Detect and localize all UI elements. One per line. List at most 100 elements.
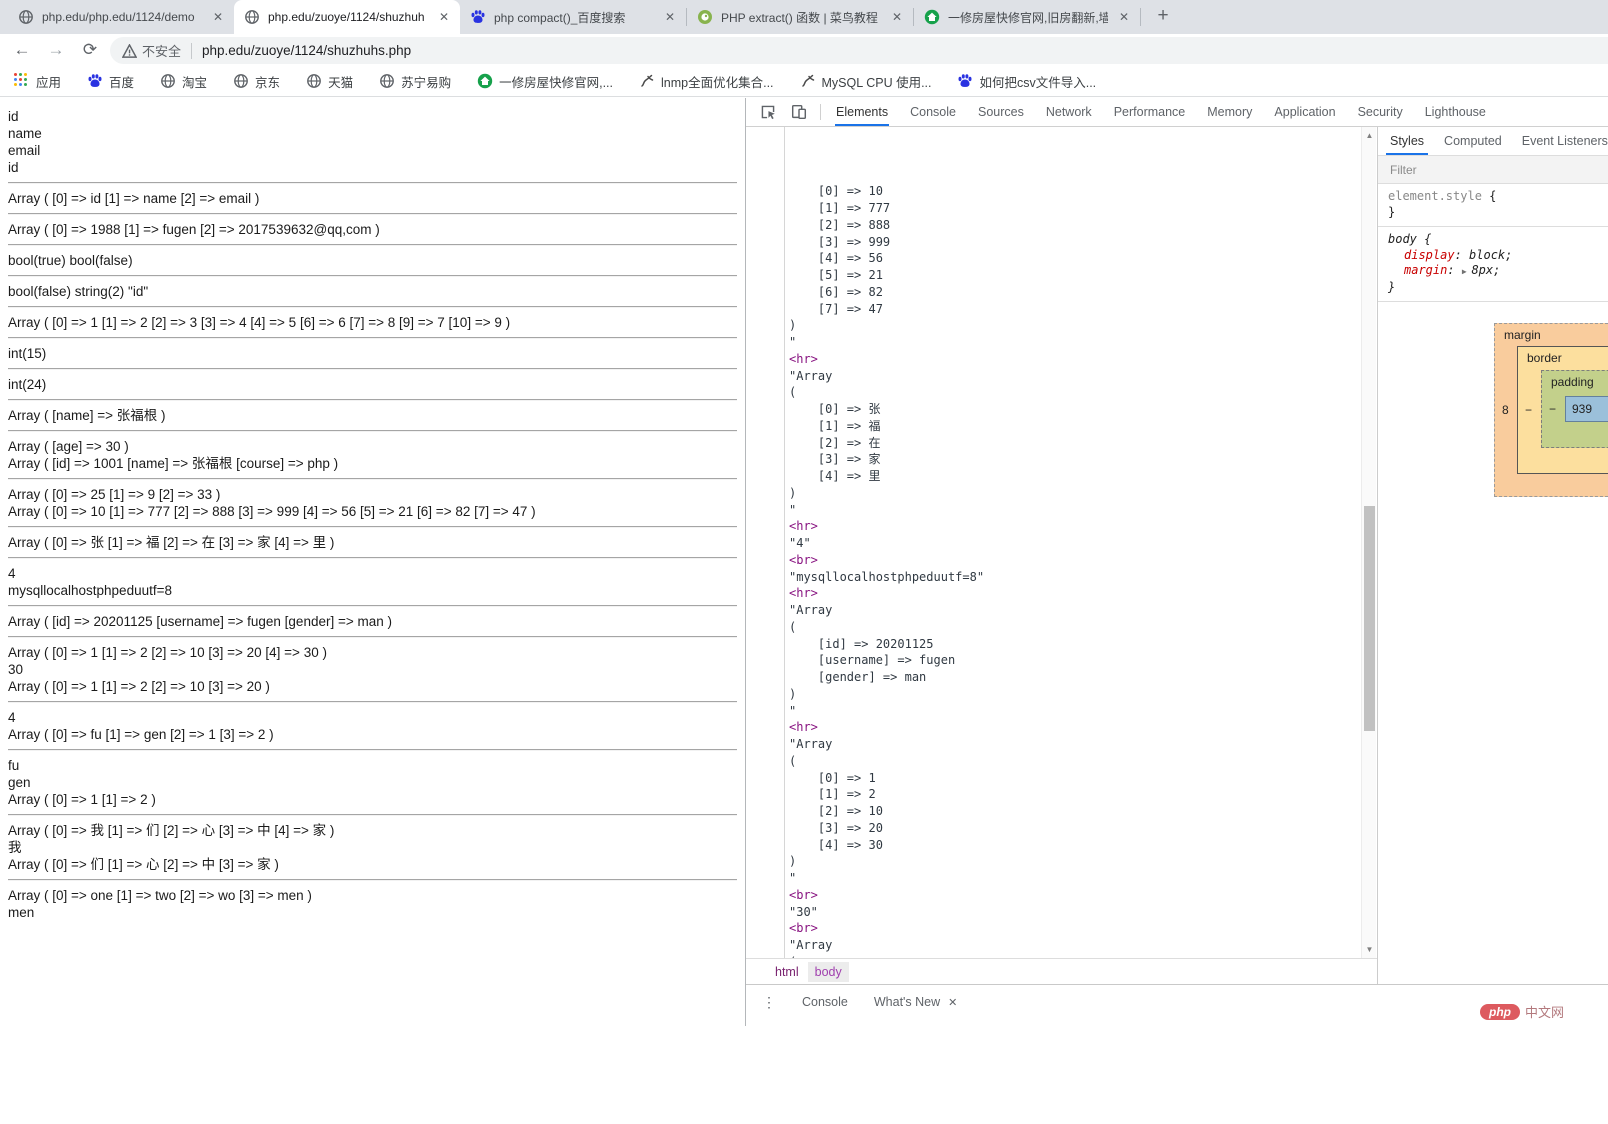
dom-text-line[interactable]: [1] => 2 [789,786,1361,803]
dom-text-line[interactable]: " [789,502,1361,519]
devtools-tab-network[interactable]: Network [1035,98,1103,126]
devtools-tab-memory[interactable]: Memory [1196,98,1263,126]
scroll-up-icon[interactable]: ▲ [1362,131,1377,140]
dom-tag-line[interactable]: <hr> [789,351,1361,368]
dom-text-line[interactable]: "30" [789,904,1361,921]
back-button[interactable]: ← [10,38,34,62]
dom-text-line[interactable]: "Array [789,602,1361,619]
dom-text-line[interactable]: [0] => 张 [789,401,1361,418]
tab-close-icon[interactable]: ✕ [662,9,678,25]
bookmark-item-2[interactable]: 百度 [87,72,134,91]
dom-text-line[interactable]: ) [789,853,1361,870]
dom-tag-line[interactable]: <hr> [789,585,1361,602]
dom-text-line[interactable]: [2] => 10 [789,803,1361,820]
elements-scrollbar[interactable]: ▲ ▼ [1361,127,1376,958]
expand-triangle-icon[interactable]: ▶ [1462,267,1472,276]
bookmark-item-5[interactable]: 天猫 [306,72,353,91]
dom-text-line[interactable]: [3] => 20 [789,820,1361,837]
devtools-tab-performance[interactable]: Performance [1103,98,1197,126]
dom-tag-line[interactable]: <br> [789,552,1361,569]
sidebar-tab-computed[interactable]: Computed [1434,127,1512,155]
dom-text-line[interactable]: ) [789,317,1361,334]
dom-text-line[interactable]: [4] => 30 [789,837,1361,854]
breadcrumb-body[interactable]: body [808,962,849,982]
drawer-menu-icon[interactable]: ⋮ [762,994,776,1011]
forward-button[interactable]: → [44,38,68,62]
dom-text-line[interactable]: [5] => 21 [789,267,1361,284]
tab-close-icon[interactable]: ✕ [436,9,452,25]
dom-text-line[interactable]: [2] => 在 [789,435,1361,452]
browser-tab-1[interactable]: php.edu/php.edu/1124/demo✕ [8,0,234,34]
dom-text-line[interactable]: [1] => 福 [789,418,1361,435]
bookmark-item-7[interactable]: 一修房屋快修官网,... [477,72,613,91]
dom-text-line[interactable]: "Array [789,736,1361,753]
bookmark-item-3[interactable]: 淘宝 [160,72,207,91]
tab-close-icon[interactable]: ✕ [210,9,226,25]
browser-tab-2[interactable]: php.edu/zuoye/1124/shuzhuh✕ [234,0,460,34]
devtools-tab-elements[interactable]: Elements [825,98,899,126]
css-property-margin[interactable]: margin: ▶ 8px; [1388,263,1598,280]
dom-text-line[interactable]: [4] => 里 [789,468,1361,485]
breadcrumb-html[interactable]: html [768,962,806,982]
bookmark-item-4[interactable]: 京东 [233,72,280,91]
browser-tab-5[interactable]: 一修房屋快修官网,旧房翻新,墙面✕ [914,0,1140,34]
dom-text-line[interactable]: ( [789,619,1361,636]
dom-text-line[interactable]: [2] => 888 [789,217,1361,234]
scrollbar-thumb[interactable] [1364,506,1375,731]
address-bar[interactable]: 不安全 php.edu/zuoye/1124/shuzhuhs.php [110,37,1608,64]
dom-text-line[interactable]: " [789,870,1361,887]
dom-text-line[interactable]: " [789,334,1361,351]
dom-text-line[interactable]: ( [789,384,1361,401]
dom-text-line[interactable]: [0] => 1 [789,770,1361,787]
devtools-tab-security[interactable]: Security [1347,98,1414,126]
inspect-element-icon[interactable] [759,103,777,121]
drawer-tab-what-s-new[interactable]: What's New✕ [874,995,958,1009]
dom-text-line[interactable]: [4] => 56 [789,250,1361,267]
dom-text-line[interactable]: "Array [789,937,1361,954]
bookmark-item-9[interactable]: MySQL CPU 使用... [800,72,932,91]
drawer-tab-close-icon[interactable]: ✕ [948,996,957,1009]
bookmark-item-6[interactable]: 苏宁易购 [379,72,451,91]
new-tab-button[interactable]: + [1149,3,1177,31]
css-rule-body[interactable]: body {display: block;margin: ▶ 8px;} [1378,227,1608,302]
device-toolbar-icon[interactable] [790,103,808,121]
dom-tag-line[interactable]: <br> [789,887,1361,904]
dom-text-line[interactable]: [6] => 82 [789,284,1361,301]
dom-text-line[interactable]: ) [789,485,1361,502]
dom-text-line[interactable]: [gender] => man [789,669,1361,686]
sidebar-tab-styles[interactable]: Styles [1380,127,1434,155]
dom-text-line[interactable]: "Array [789,368,1361,385]
devtools-tab-sources[interactable]: Sources [967,98,1035,126]
bookmark-item-1[interactable]: 应用 [14,72,61,91]
dom-text-line[interactable]: [0] => 10 [789,183,1361,200]
dom-text-line[interactable]: "mysqllocalhostphpeduutf=8" [789,569,1361,586]
dom-tag-line[interactable]: <hr> [789,518,1361,535]
scroll-down-icon[interactable]: ▼ [1362,945,1377,954]
dom-text-line[interactable]: [username] => fugen [789,652,1361,669]
drawer-tab-console[interactable]: Console [802,995,848,1009]
sidebar-tab-event-listeners[interactable]: Event Listeners [1512,127,1608,155]
rule-selector[interactable]: element.style [1388,189,1482,203]
dom-text-line[interactable]: [id] => 20201125 [789,636,1361,653]
tab-close-icon[interactable]: ✕ [1116,9,1132,25]
dom-tag-line[interactable]: <hr> [789,719,1361,736]
styles-filter-input[interactable]: Filter [1378,156,1608,184]
dom-text-line[interactable]: [1] => 777 [789,200,1361,217]
dom-text-line[interactable]: [3] => 家 [789,451,1361,468]
dom-text-line[interactable]: [3] => 999 [789,234,1361,251]
dom-text-line[interactable]: ) [789,686,1361,703]
devtools-tab-console[interactable]: Console [899,98,967,126]
rule-selector[interactable]: body [1388,232,1417,246]
dom-tag-line[interactable]: <br> [789,920,1361,937]
security-indicator[interactable]: 不安全 [122,41,181,60]
bookmark-item-8[interactable]: lnmp全面优化集合... [639,72,774,91]
devtools-tab-application[interactable]: Application [1263,98,1346,126]
css-property-display[interactable]: display: block; [1388,248,1598,264]
css-rule-element-style[interactable]: element.style {} [1378,184,1608,227]
dom-text-line[interactable]: [7] => 47 [789,301,1361,318]
dom-text-line[interactable]: " [789,703,1361,720]
browser-tab-3[interactable]: php compact()_百度搜索✕ [460,0,686,34]
browser-tab-4[interactable]: PHP extract() 函数 | 菜鸟教程✕ [687,0,913,34]
dom-text-line[interactable]: "4" [789,535,1361,552]
tab-close-icon[interactable]: ✕ [889,9,905,25]
